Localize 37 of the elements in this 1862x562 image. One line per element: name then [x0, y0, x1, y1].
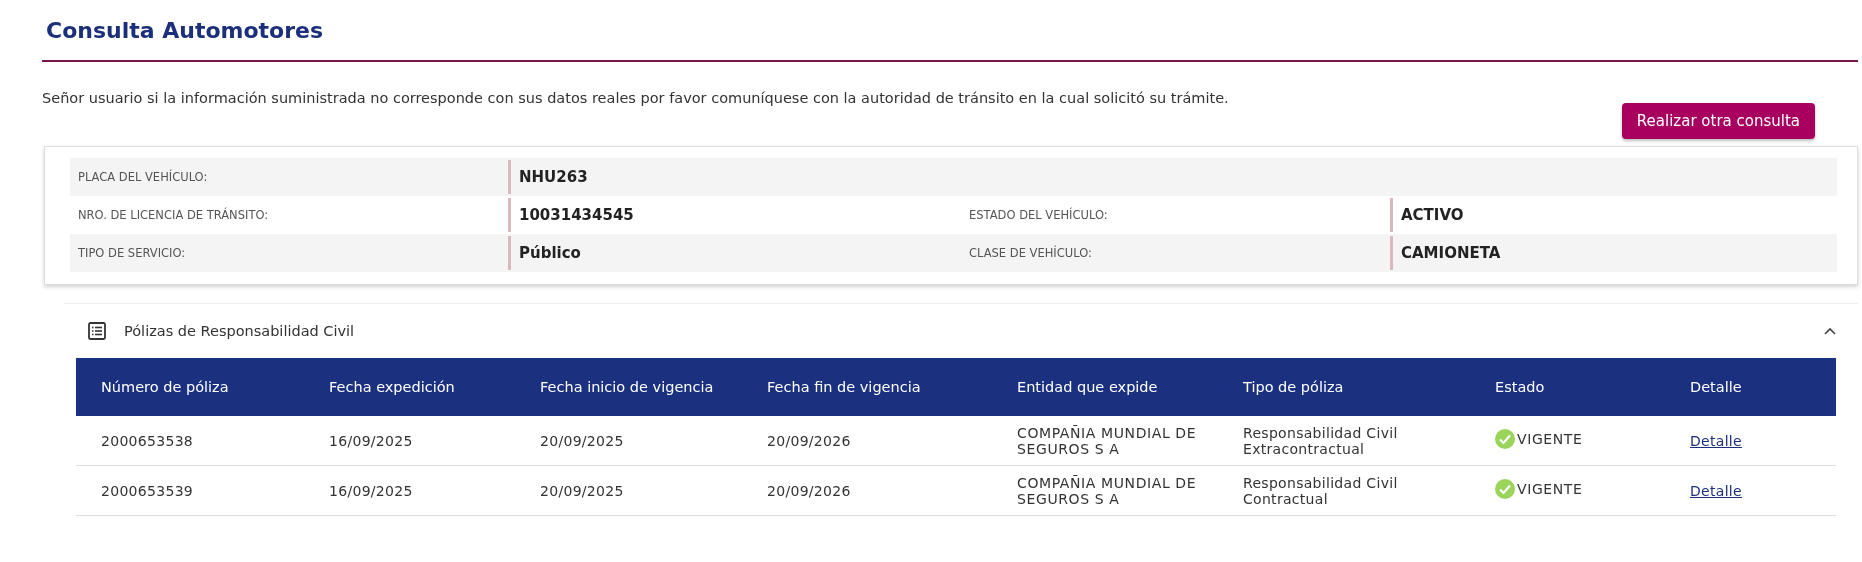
table-cell: Responsabilidad Civil Extracontractual — [1218, 416, 1470, 466]
field-label: PLACA DEL VEHÍCULO: — [77, 168, 209, 186]
table-cell: 20/09/2026 — [742, 465, 992, 516]
chevron-up-icon[interactable] — [1824, 327, 1836, 335]
table-cell: 20/09/2025 — [515, 416, 742, 466]
notice-text: Señor usuario si la información suministrada no corresponde con sus datos reales por favor comuníquese con la autoridad de tránsito en la cual solicitó su trámite. — [42, 90, 1229, 106]
table-cell: 16/09/2025 — [304, 465, 515, 516]
page-title: Consulta Automotores — [46, 18, 324, 45]
column-header: Fecha fin de vigencia — [742, 358, 992, 416]
status-text: VIGENTE — [1517, 481, 1583, 497]
detail-link[interactable]: Detalle — [1690, 482, 1742, 499]
table-cell: 20/09/2026 — [742, 416, 992, 466]
column-header: Detalle — [1665, 358, 1836, 416]
column-header: Fecha inicio de vigencia — [515, 358, 742, 416]
table-cell: 20/09/2025 — [515, 465, 742, 516]
detail-link[interactable]: Detalle — [1690, 432, 1742, 449]
field-value: Público — [508, 236, 961, 270]
field-value: CAMIONETA — [1390, 236, 1837, 270]
field-label: NRO. DE LICENCIA DE TRÁNSITO: — [77, 206, 270, 224]
column-header: Tipo de póliza — [1218, 358, 1470, 416]
table-cell: 16/09/2025 — [304, 416, 515, 466]
status-text: VIGENTE — [1517, 431, 1583, 447]
new-query-button[interactable]: Realizar otra consulta — [1621, 103, 1815, 139]
table-cell: 2000653538 — [76, 416, 304, 466]
table-cell: 2000653539 — [76, 465, 304, 516]
field-label: CLASE DE VEHÍCULO: — [968, 244, 1093, 262]
list-icon — [88, 322, 106, 340]
table-cell: COMPAÑIA MUNDIAL DE SEGUROS S A — [992, 416, 1218, 466]
column-header: Entidad que expide — [992, 358, 1218, 416]
field-label: ESTADO DEL VEHÍCULO: — [968, 206, 1109, 224]
field-label: TIPO DE SERVICIO: — [77, 245, 187, 262]
table-cell: COMPAÑIA MUNDIAL DE SEGUROS S A — [992, 465, 1218, 516]
column-header: Número de póliza — [76, 358, 304, 416]
column-header: Estado — [1470, 358, 1665, 416]
column-header: Fecha expedición — [304, 358, 515, 416]
table-cell: Responsabilidad Civil Contractual — [1218, 465, 1470, 516]
section-title[interactable]: Pólizas de Responsabilidad Civil — [124, 323, 1824, 339]
